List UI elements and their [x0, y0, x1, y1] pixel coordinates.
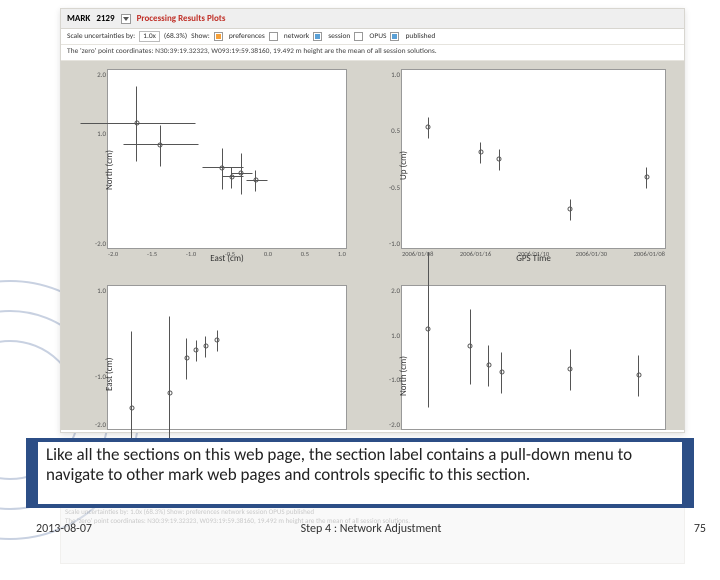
checkbox-network[interactable] [269, 32, 278, 41]
label-network: network [284, 32, 309, 41]
controls-row: Scale uncertainties by: 1.0x (68.3%) Sho… [61, 29, 684, 45]
section-title: Processing Results Plots [137, 13, 226, 24]
mark-label: MARK [67, 13, 90, 24]
mark-id: 2129 [96, 13, 114, 24]
scale-sigma-dropdown[interactable]: 1.0x [139, 31, 160, 42]
plot-north-vs-time: North (cm) 2.0 1.0 -1.0 -2.0 [401, 285, 666, 430]
show-label: Show: [191, 32, 210, 41]
footer-date: 2013-08-07 [36, 522, 92, 536]
footer-page: 75 [694, 522, 706, 536]
plot-up-vs-time: Up (cm) GPS Time 1.0 0.5 -0.5 -1.0 2006/… [401, 69, 666, 249]
label-opus: OPUS [369, 32, 386, 41]
zero-point-note: The 'zero' point coordinates: N30:39:19.… [61, 45, 684, 61]
screenshot-panel: MARK 2129 Processing Results Plots Scale… [60, 8, 685, 433]
scale-pct: (68.3%) [164, 32, 187, 41]
y-ticks: 2.0 1.0 -2.0 [86, 70, 106, 248]
slide-caption-box: Like all the sections on this web page, … [26, 438, 694, 508]
y-ticks: 2.0 1.0 -1.0 -2.0 [380, 286, 400, 429]
y-ticks: 1.0 0.5 -0.5 -1.0 [380, 70, 400, 248]
scale-label: Scale uncertainties by: [67, 32, 135, 41]
section-header: MARK 2129 Processing Results Plots [61, 9, 684, 29]
plot-east-vs-time: East (cm) 1.0 -1.0 -2.0 [107, 285, 347, 430]
checkbox-published[interactable] [390, 32, 399, 41]
y-ticks: 1.0 -1.0 -2.0 [86, 286, 106, 429]
checkbox-opus[interactable] [354, 32, 363, 41]
x-ticks: -2.0 -1.5 -1.0 -0.5 0.0 0.5 1.0 [108, 250, 346, 258]
footer-center: Step 4 : Network Adjustment [301, 522, 442, 536]
checkbox-preferences[interactable] [214, 32, 223, 41]
label-preferences: preferences [229, 32, 265, 41]
slide-footer: 2013-08-07 Step 4 : Network Adjustment 7… [36, 520, 706, 538]
x-ticks: 2006/01/08 2006/01/16 2006/01/10 2006/01… [402, 250, 665, 258]
label-published: published [405, 32, 435, 41]
chevron-down-icon[interactable] [121, 14, 131, 24]
plot-north-vs-east: North (cm) East (cm) 2.0 1.0 -2.0 -2.0 -… [107, 69, 347, 249]
checkbox-session[interactable] [313, 32, 322, 41]
plot-area: North (cm) East (cm) 2.0 1.0 -2.0 -2.0 -… [61, 61, 684, 430]
label-session: session [328, 32, 350, 41]
slide-caption-text: Like all the sections on this web page, … [38, 442, 682, 504]
mark-dropdown[interactable]: 2129 [96, 13, 114, 24]
